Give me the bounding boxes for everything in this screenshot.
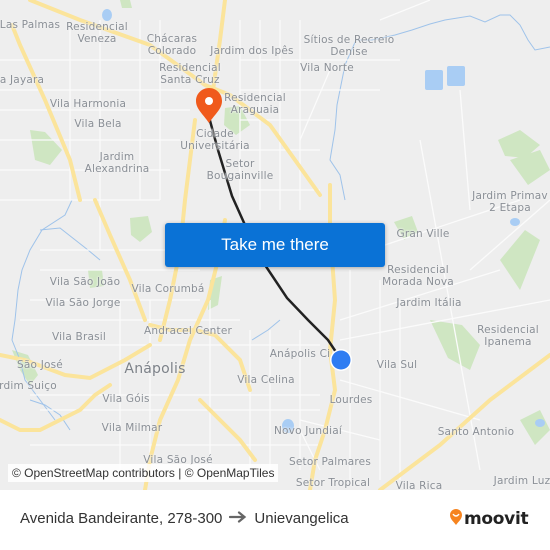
map-label: Setor Tropical (295, 477, 371, 489)
arrow-right-icon (229, 510, 247, 527)
map-label: Residencial Morada Nova (382, 264, 454, 288)
map-label: Vila Harmonia (49, 98, 127, 110)
map-label: Chácaras Colorado (146, 33, 198, 57)
moovit-logo[interactable]: moovit (449, 508, 529, 530)
map-label: Sítios de Recreio Denise (303, 34, 395, 58)
map-view[interactable]: Las Palmas Residencial Veneza Chácaras Col… (0, 0, 550, 490)
map-label: Residencial Veneza (66, 21, 128, 45)
map-label: Jardim Itália (396, 297, 462, 309)
map-label: Vila Milmar (101, 422, 163, 434)
map-label: Setor Bougainville (206, 158, 274, 182)
map-label: Novo Jundiaí (274, 425, 342, 437)
map-label: Gran Ville (396, 228, 450, 240)
map-label: Vila Norte (300, 62, 354, 74)
destination-name: Unievangelica (254, 510, 349, 527)
route-summary: Avenida Bandeirante, 278-300 Unievangeli… (20, 510, 349, 527)
map-label: Vila Góis (102, 393, 150, 405)
map-label: Andracel Center (143, 325, 233, 337)
map-label: Anápolis (124, 361, 186, 377)
map-label: Vila Brasil (51, 331, 107, 343)
map-label: Cidade Universitária (180, 128, 250, 152)
location-dot-icon[interactable] (330, 349, 352, 371)
take-me-there-button[interactable]: Take me there (165, 223, 385, 267)
map-label: Jardim dos Ipês (210, 45, 294, 57)
map-label: Lourdes (329, 394, 373, 406)
map-label: Residencial Araguaia (224, 92, 286, 116)
brand-name: moovit (464, 509, 529, 529)
map-label: Vila Celina (237, 374, 295, 386)
map-label: Las Palmas (0, 19, 61, 31)
map-label: Anápolis Ci (269, 348, 331, 360)
map-label: Vila Rica (395, 480, 443, 490)
map-label: a Jayara (0, 74, 45, 86)
map-attribution[interactable]: © OpenStreetMap contributors | © OpenMap… (8, 464, 279, 482)
footer-bar: Avenida Bandeirante, 278-300 Unievangeli… (0, 490, 550, 550)
map-label: Santo Antonio (437, 426, 515, 438)
map-label: Vila São João (49, 276, 121, 288)
map-pin-icon[interactable] (196, 88, 222, 123)
map-label: Residencial Santa Cruz (159, 62, 221, 86)
map-label: Vila Corumbá (131, 283, 205, 295)
moovit-logo-icon (449, 508, 463, 530)
map-label: Vila Sul (376, 359, 418, 371)
map-label: Jardim Alexandrina (84, 151, 150, 175)
map-label: Jardim Luz (493, 475, 550, 487)
origin-name: Avenida Bandeirante, 278-300 (20, 510, 223, 527)
map-label: Vila Bela (74, 118, 122, 130)
map-label: rdim Suiço (0, 380, 57, 392)
map-label: São José (17, 359, 63, 371)
map-label: Vila São Jorge (45, 297, 121, 309)
map-label: Setor Palmares (288, 456, 372, 468)
map-label: Residencial Ipanema (477, 324, 539, 348)
map-label: Jardim Primav 2 Etapa (472, 190, 548, 214)
